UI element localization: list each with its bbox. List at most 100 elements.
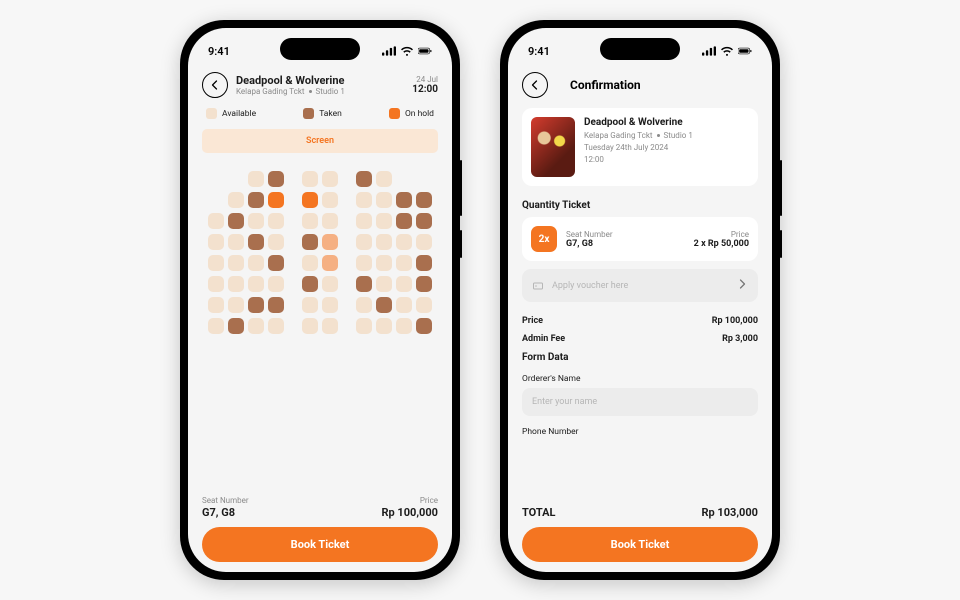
seat[interactable]: [248, 297, 264, 313]
chevron-right-icon: [736, 278, 748, 293]
seat[interactable]: [248, 171, 264, 187]
seat[interactable]: [376, 192, 392, 208]
phone-seat-selection: 9:41 Deadpool & Wolverine Kelapa Gading …: [180, 20, 460, 580]
seat[interactable]: [228, 255, 244, 271]
seat[interactable]: [268, 234, 284, 250]
back-button[interactable]: [522, 72, 548, 98]
seat[interactable]: [376, 213, 392, 229]
seat[interactable]: [356, 318, 372, 334]
book-ticket-button[interactable]: Book Ticket: [522, 527, 758, 562]
seat[interactable]: [322, 234, 338, 250]
seat[interactable]: [302, 318, 318, 334]
name-input[interactable]: Enter your name: [522, 388, 758, 416]
seat[interactable]: [396, 276, 412, 292]
seat[interactable]: [302, 171, 318, 187]
seat[interactable]: [268, 297, 284, 313]
wifi-icon: [720, 46, 734, 56]
seat[interactable]: [268, 171, 284, 187]
seat[interactable]: [356, 171, 372, 187]
seat[interactable]: [248, 213, 264, 229]
seat[interactable]: [416, 213, 432, 229]
seat[interactable]: [416, 255, 432, 271]
seat[interactable]: [356, 276, 372, 292]
seat[interactable]: [228, 318, 244, 334]
seat[interactable]: [228, 192, 244, 208]
seat[interactable]: [396, 297, 412, 313]
seat[interactable]: [396, 213, 412, 229]
seat[interactable]: [416, 192, 432, 208]
admin-fee-value: Rp 3,000: [722, 334, 758, 344]
seat[interactable]: [302, 297, 318, 313]
status-time: 9:41: [528, 45, 550, 58]
arrow-left-icon: [209, 79, 221, 91]
name-field-label: Orderer's Name: [522, 374, 758, 384]
seat[interactable]: [228, 297, 244, 313]
selected-seats: G7, G8: [202, 506, 235, 519]
seat[interactable]: [376, 318, 392, 334]
seat[interactable]: [228, 213, 244, 229]
seat[interactable]: [376, 297, 392, 313]
seat[interactable]: [396, 234, 412, 250]
seat[interactable]: [248, 192, 264, 208]
voucher-placeholder: Apply voucher here: [552, 281, 628, 291]
seat[interactable]: [208, 255, 224, 271]
back-button[interactable]: [202, 72, 228, 98]
seat[interactable]: [208, 276, 224, 292]
seat[interactable]: [302, 255, 318, 271]
seat[interactable]: [322, 297, 338, 313]
book-ticket-button[interactable]: Book Ticket: [202, 527, 438, 562]
seat[interactable]: [356, 213, 372, 229]
seat[interactable]: [248, 318, 264, 334]
seat[interactable]: [302, 213, 318, 229]
cinema-screen-indicator: Screen: [202, 129, 438, 153]
seat[interactable]: [396, 318, 412, 334]
seat[interactable]: [208, 297, 224, 313]
seat[interactable]: [322, 318, 338, 334]
form-section-title: Form Data: [522, 352, 758, 363]
seat[interactable]: [322, 192, 338, 208]
cinema-name: Kelapa Gading Tckt: [584, 131, 653, 140]
seat[interactable]: [248, 234, 264, 250]
voucher-input[interactable]: Apply voucher here: [522, 269, 758, 302]
seat[interactable]: [268, 318, 284, 334]
seat[interactable]: [416, 318, 432, 334]
seat[interactable]: [396, 192, 412, 208]
seat[interactable]: [302, 192, 318, 208]
page-title: Confirmation: [570, 78, 641, 92]
seat[interactable]: [268, 192, 284, 208]
seat[interactable]: [356, 297, 372, 313]
seat[interactable]: [356, 192, 372, 208]
seat[interactable]: [268, 255, 284, 271]
status-icons: [382, 46, 432, 56]
seat[interactable]: [396, 255, 412, 271]
seat[interactable]: [416, 297, 432, 313]
seat[interactable]: [356, 234, 372, 250]
seat[interactable]: [268, 276, 284, 292]
seat[interactable]: [208, 213, 224, 229]
seat[interactable]: [376, 234, 392, 250]
seat[interactable]: [376, 171, 392, 187]
seat[interactable]: [322, 213, 338, 229]
seat[interactable]: [376, 276, 392, 292]
seat[interactable]: [356, 255, 372, 271]
seat[interactable]: [376, 255, 392, 271]
seat[interactable]: [248, 276, 264, 292]
total-label: TOTAL: [522, 506, 555, 519]
seat[interactable]: [322, 171, 338, 187]
seat[interactable]: [322, 276, 338, 292]
price-line-label: Price: [522, 316, 543, 326]
seat[interactable]: [302, 234, 318, 250]
seat[interactable]: [322, 255, 338, 271]
seat[interactable]: [228, 276, 244, 292]
seat[interactable]: [302, 276, 318, 292]
seat[interactable]: [228, 234, 244, 250]
total-value: Rp 103,000: [701, 506, 758, 519]
seat[interactable]: [248, 255, 264, 271]
seat[interactable]: [208, 318, 224, 334]
seat[interactable]: [416, 234, 432, 250]
seat[interactable]: [268, 213, 284, 229]
seat[interactable]: [416, 276, 432, 292]
seat-header: Deadpool & Wolverine Kelapa Gading Tckt …: [202, 66, 438, 106]
seat-map: [202, 167, 438, 488]
seat[interactable]: [208, 234, 224, 250]
